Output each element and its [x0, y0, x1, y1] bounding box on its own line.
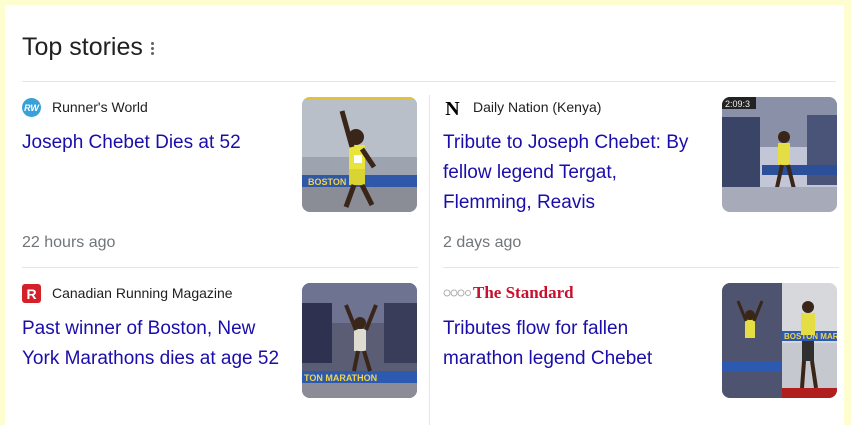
story-divider	[22, 267, 418, 268]
story-thumbnail[interactable]: BOSTON MARA	[722, 283, 837, 398]
story-card[interactable]: RW Runner's World Joseph Chebet Dies at …	[22, 97, 418, 258]
story-headline[interactable]: Tributes flow for fallen marathon legend…	[443, 314, 705, 374]
section-header: Top stories	[22, 33, 155, 62]
story-time: 22 hours ago	[22, 234, 116, 251]
story-headline[interactable]: Past winner of Boston, New York Marathon…	[22, 314, 284, 374]
top-stories-card: Top stories RW Runner's World Joseph Che…	[5, 5, 844, 425]
story-card[interactable]: R Canadian Running Magazine Past winner …	[22, 283, 418, 414]
more-options-icon[interactable]	[150, 42, 155, 55]
runners-world-logo-icon: RW	[22, 97, 41, 117]
svg-text:RW: RW	[24, 103, 40, 113]
canadian-running-logo-icon: R	[22, 283, 41, 303]
header-divider	[22, 81, 836, 82]
the-standard-logo-icon: The Standard	[443, 283, 574, 303]
story-card[interactable]: N Daily Nation (Kenya) Tribute to Joseph…	[443, 97, 839, 258]
story-headline[interactable]: Tribute to Joseph Chebet: By fellow lege…	[443, 128, 705, 218]
svg-text:R: R	[26, 286, 36, 302]
story-card[interactable]: The Standard Tributes flow for fallen ma…	[443, 283, 839, 414]
section-title: Top stories	[22, 33, 143, 61]
source-name: Runner's World	[52, 99, 148, 115]
story-source: The Standard	[443, 283, 574, 303]
svg-text:TON MARATHON: TON MARATHON	[304, 373, 377, 383]
column-divider	[429, 95, 430, 425]
story-source: R Canadian Running Magazine	[22, 283, 233, 303]
source-name: Daily Nation (Kenya)	[473, 99, 602, 115]
story-divider	[443, 267, 839, 268]
svg-text:N: N	[445, 98, 460, 117]
svg-text:2:09:3: 2:09:3	[725, 99, 750, 109]
svg-text:BOSTON: BOSTON	[308, 177, 346, 187]
story-headline[interactable]: Joseph Chebet Dies at 52	[22, 128, 284, 158]
story-time: 2 days ago	[443, 234, 522, 251]
source-name: Canadian Running Magazine	[52, 285, 233, 301]
story-thumbnail[interactable]: 2:09:3	[722, 97, 837, 212]
story-source: RW Runner's World	[22, 97, 148, 117]
story-thumbnail[interactable]: TON MARATHON	[302, 283, 417, 398]
story-source: N Daily Nation (Kenya)	[443, 98, 602, 117]
daily-nation-logo-icon: N	[443, 98, 462, 117]
story-thumbnail[interactable]: BOSTON	[302, 97, 417, 212]
